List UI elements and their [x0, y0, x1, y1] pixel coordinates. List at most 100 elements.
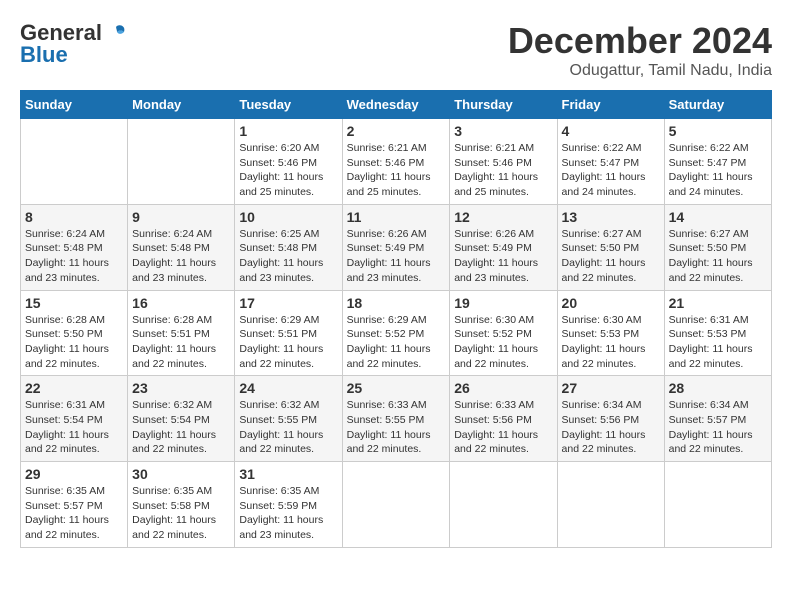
table-row: 19 Sunrise: 6:30 AMSunset: 5:52 PMDayligh… [450, 290, 557, 376]
day-info: Sunrise: 6:28 AMSunset: 5:50 PMDaylight:… [25, 313, 123, 372]
day-info: Sunrise: 6:21 AMSunset: 5:46 PMDaylight:… [454, 141, 552, 200]
header-friday: Friday [557, 91, 664, 119]
day-info: Sunrise: 6:28 AMSunset: 5:51 PMDaylight:… [132, 313, 230, 372]
day-info: Sunrise: 6:24 AMSunset: 5:48 PMDaylight:… [25, 227, 123, 286]
day-number: 5 [669, 123, 767, 139]
calendar-week-row: 8 Sunrise: 6:24 AMSunset: 5:48 PMDaylight… [21, 204, 772, 290]
logo-blue: Blue [20, 42, 68, 68]
table-row: 18Sunrise: 6:29 AMSunset: 5:52 PMDayligh… [342, 290, 450, 376]
table-row: 25Sunrise: 6:33 AMSunset: 5:55 PMDayligh… [342, 376, 450, 462]
day-info: Sunrise: 6:34 AMSunset: 5:57 PMDaylight:… [669, 398, 767, 457]
table-row: 24 Sunrise: 6:32 AMSunset: 5:55 PMDayligh… [235, 376, 342, 462]
table-row: 21 Sunrise: 6:31 AMSunset: 5:53 PMDayligh… [664, 290, 771, 376]
table-row: 23 Sunrise: 6:32 AMSunset: 5:54 PMDayligh… [128, 376, 235, 462]
table-row: 22 Sunrise: 6:31 AMSunset: 5:54 PMDayligh… [21, 376, 128, 462]
day-info: Sunrise: 6:21 AMSunset: 5:46 PMDaylight:… [347, 141, 446, 200]
day-info: Sunrise: 6:30 AMSunset: 5:53 PMDaylight:… [562, 313, 660, 372]
table-row [557, 462, 664, 548]
table-row: 1 Sunrise: 6:20 AMSunset: 5:46 PMDaylight… [235, 119, 342, 205]
day-info: Sunrise: 6:25 AMSunset: 5:48 PMDaylight:… [239, 227, 337, 286]
day-number: 27 [562, 380, 660, 396]
calendar-week-row: 22 Sunrise: 6:31 AMSunset: 5:54 PMDayligh… [21, 376, 772, 462]
day-info: Sunrise: 6:20 AMSunset: 5:46 PMDaylight:… [239, 141, 337, 200]
day-info: Sunrise: 6:26 AMSunset: 5:49 PMDaylight:… [347, 227, 446, 286]
day-info: Sunrise: 6:32 AMSunset: 5:55 PMDaylight:… [239, 398, 337, 457]
table-row: 10 Sunrise: 6:25 AMSunset: 5:48 PMDayligh… [235, 204, 342, 290]
table-row [450, 462, 557, 548]
day-number: 23 [132, 380, 230, 396]
calendar-table: Sunday Monday Tuesday Wednesday Thursday… [20, 90, 772, 548]
day-info: Sunrise: 6:35 AMSunset: 5:59 PMDaylight:… [239, 484, 337, 543]
day-number: 20 [562, 295, 660, 311]
day-number: 3 [454, 123, 552, 139]
day-info: Sunrise: 6:32 AMSunset: 5:54 PMDaylight:… [132, 398, 230, 457]
day-info: Sunrise: 6:35 AMSunset: 5:57 PMDaylight:… [25, 484, 123, 543]
day-info: Sunrise: 6:31 AMSunset: 5:53 PMDaylight:… [669, 313, 767, 372]
day-number: 16 [132, 295, 230, 311]
day-number: 14 [669, 209, 767, 225]
day-number: 31 [239, 466, 337, 482]
day-info: Sunrise: 6:27 AMSunset: 5:50 PMDaylight:… [562, 227, 660, 286]
table-row [21, 119, 128, 205]
table-row: 15 Sunrise: 6:28 AMSunset: 5:50 PMDayligh… [21, 290, 128, 376]
day-number: 11 [347, 209, 446, 225]
table-row: 2 Sunrise: 6:21 AMSunset: 5:46 PMDaylight… [342, 119, 450, 205]
day-number: 22 [25, 380, 123, 396]
day-info: Sunrise: 6:22 AMSunset: 5:47 PMDaylight:… [669, 141, 767, 200]
day-number: 19 [454, 295, 552, 311]
logo-bird-icon [106, 22, 128, 44]
day-number: 30 [132, 466, 230, 482]
table-row [342, 462, 450, 548]
calendar-week-row: 15 Sunrise: 6:28 AMSunset: 5:50 PMDayligh… [21, 290, 772, 376]
table-row [128, 119, 235, 205]
calendar-week-row: 1 Sunrise: 6:20 AMSunset: 5:46 PMDaylight… [21, 119, 772, 205]
header-tuesday: Tuesday [235, 91, 342, 119]
day-info: Sunrise: 6:33 AMSunset: 5:56 PMDaylight:… [454, 398, 552, 457]
table-row: 5 Sunrise: 6:22 AMSunset: 5:47 PMDaylight… [664, 119, 771, 205]
month-title: December 2024 [508, 20, 772, 62]
table-row: 29Sunrise: 6:35 AMSunset: 5:57 PMDayligh… [21, 462, 128, 548]
day-number: 17 [239, 295, 337, 311]
day-info: Sunrise: 6:34 AMSunset: 5:56 PMDaylight:… [562, 398, 660, 457]
day-info: Sunrise: 6:31 AMSunset: 5:54 PMDaylight:… [25, 398, 123, 457]
day-info: Sunrise: 6:27 AMSunset: 5:50 PMDaylight:… [669, 227, 767, 286]
day-number: 13 [562, 209, 660, 225]
day-number: 24 [239, 380, 337, 396]
day-number: 12 [454, 209, 552, 225]
title-block: December 2024 Odugattur, Tamil Nadu, Ind… [508, 20, 772, 80]
day-info: Sunrise: 6:30 AMSunset: 5:52 PMDaylight:… [454, 313, 552, 372]
day-info: Sunrise: 6:26 AMSunset: 5:49 PMDaylight:… [454, 227, 552, 286]
table-row: 4Sunrise: 6:22 AMSunset: 5:47 PMDaylight… [557, 119, 664, 205]
location: Odugattur, Tamil Nadu, India [508, 62, 772, 80]
day-number: 15 [25, 295, 123, 311]
table-row: 12 Sunrise: 6:26 AMSunset: 5:49 PMDayligh… [450, 204, 557, 290]
day-number: 2 [347, 123, 446, 139]
table-row: 30Sunrise: 6:35 AMSunset: 5:58 PMDayligh… [128, 462, 235, 548]
table-row: 20 Sunrise: 6:30 AMSunset: 5:53 PMDayligh… [557, 290, 664, 376]
table-row: 17 Sunrise: 6:29 AMSunset: 5:51 PMDayligh… [235, 290, 342, 376]
logo: General Blue [20, 20, 128, 68]
calendar-header-row: Sunday Monday Tuesday Wednesday Thursday… [21, 91, 772, 119]
table-row: 26Sunrise: 6:33 AMSunset: 5:56 PMDayligh… [450, 376, 557, 462]
day-number: 8 [25, 209, 123, 225]
header-wednesday: Wednesday [342, 91, 450, 119]
header-saturday: Saturday [664, 91, 771, 119]
day-number: 21 [669, 295, 767, 311]
day-info: Sunrise: 6:33 AMSunset: 5:55 PMDaylight:… [347, 398, 446, 457]
table-row: 14 Sunrise: 6:27 AMSunset: 5:50 PMDayligh… [664, 204, 771, 290]
day-info: Sunrise: 6:22 AMSunset: 5:47 PMDaylight:… [562, 141, 660, 200]
table-row: 28 Sunrise: 6:34 AMSunset: 5:57 PMDayligh… [664, 376, 771, 462]
header-monday: Monday [128, 91, 235, 119]
header-sunday: Sunday [21, 91, 128, 119]
day-number: 1 [239, 123, 337, 139]
day-info: Sunrise: 6:29 AMSunset: 5:51 PMDaylight:… [239, 313, 337, 372]
day-number: 28 [669, 380, 767, 396]
day-number: 10 [239, 209, 337, 225]
page-header: General Blue December 2024 Odugattur, Ta… [20, 20, 772, 80]
day-number: 9 [132, 209, 230, 225]
calendar-week-row: 29Sunrise: 6:35 AMSunset: 5:57 PMDayligh… [21, 462, 772, 548]
table-row: 16 Sunrise: 6:28 AMSunset: 5:51 PMDayligh… [128, 290, 235, 376]
table-row [664, 462, 771, 548]
table-row: 13 Sunrise: 6:27 AMSunset: 5:50 PMDayligh… [557, 204, 664, 290]
table-row: 31 Sunrise: 6:35 AMSunset: 5:59 PMDayligh… [235, 462, 342, 548]
